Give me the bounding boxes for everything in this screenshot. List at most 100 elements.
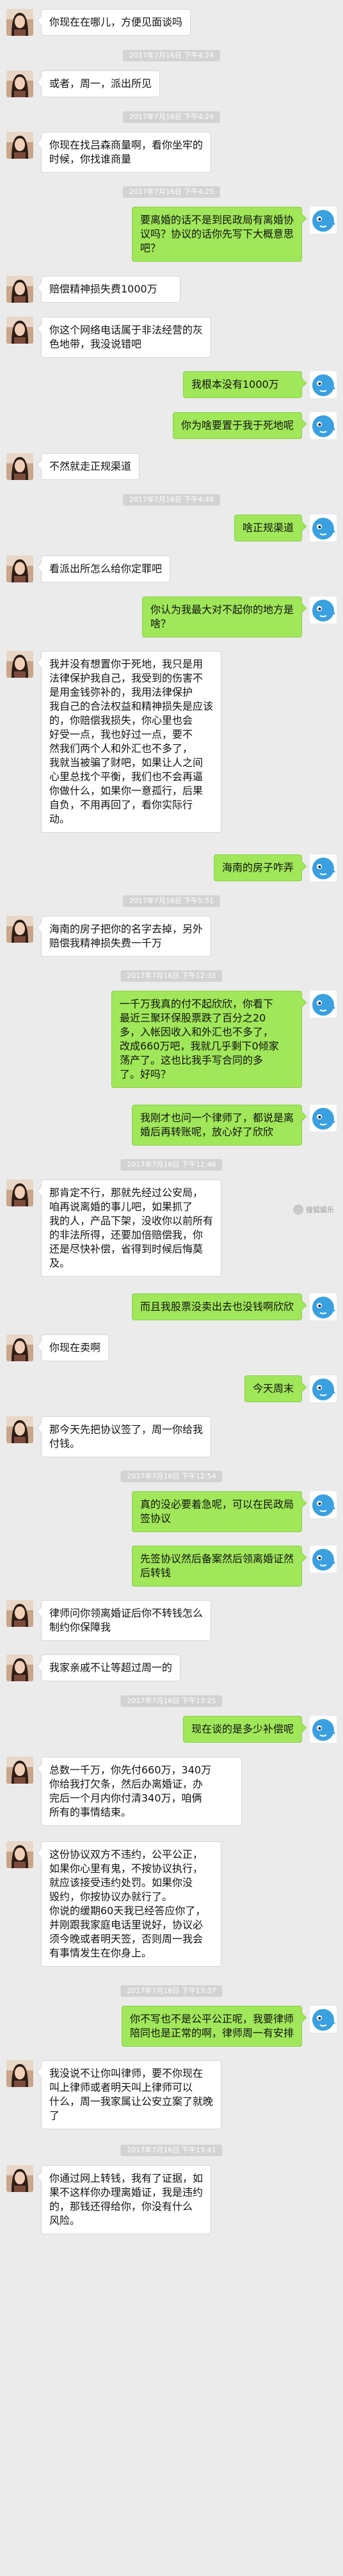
message-bubble[interactable]: 海南的房子咋弄: [214, 854, 302, 881]
woman-portrait-avatar[interactable]: [6, 453, 33, 480]
message-bubble[interactable]: 你通过网上转钱，我有了证据，如 果不这样你办理离婚证，我是违约 的，那钱还得给你…: [41, 2165, 211, 2234]
woman-portrait-avatar[interactable]: [6, 317, 33, 344]
message-bubble[interactable]: 你不写也不是公平公正呢，我要律师 陪同也是正常的啊，律师周一有安排: [122, 2006, 302, 2047]
message-bubble[interactable]: 这份协议双方不违约，公平公正， 如果你心里有鬼，不按协议执行， 就应该接受违约处…: [41, 1841, 221, 1967]
message-bubble[interactable]: 现在谈的是多少补偿呢: [183, 1716, 302, 1743]
woman-portrait-avatar[interactable]: [6, 1757, 33, 1784]
incoming-message-row: 你通过网上转钱，我有了证据，如 果不这样你办理离婚证，我是违约 的，那钱还得给你…: [0, 2165, 343, 2234]
message-bubble[interactable]: 我根本没有1000万: [183, 371, 302, 398]
timestamp-badge: 2017年7月16日 下午13:41: [120, 2145, 223, 2156]
blue-dolphin-avatar[interactable]: [310, 515, 337, 541]
woman-portrait-avatar[interactable]: [6, 1416, 33, 1443]
chat-thread: 你现在在哪儿，方便见面谈吗 2017年7月16日 下午4:24 或者，周一，派出所见…: [0, 0, 343, 2576]
blue-dolphin-avatar[interactable]: [310, 2006, 337, 2033]
message-bubble[interactable]: 而且我股票没卖出去也没钱啊欣欣: [132, 1293, 302, 1320]
message-bubble[interactable]: 今天周末: [244, 1375, 302, 1402]
woman-portrait-avatar[interactable]: [6, 2165, 33, 2192]
woman-portrait-avatar[interactable]: [6, 556, 33, 582]
message-bubble[interactable]: 看派出所怎么给你定罪吧: [41, 556, 170, 582]
message-bubble[interactable]: 你现在卖啊: [41, 1334, 109, 1361]
woman-portrait-avatar[interactable]: [6, 9, 33, 36]
outgoing-message-row: 我刚才也问一个律师了，都说是离 婚后再转账呢，放心好了欣欣: [0, 1105, 343, 1146]
woman-portrait-avatar[interactable]: [6, 132, 33, 159]
blue-dolphin-avatar[interactable]: [310, 207, 337, 234]
woman-portrait-avatar[interactable]: [6, 1180, 33, 1206]
message-bubble[interactable]: 我并没有想置你于死地，我只是用 法律保护我自己，我受到的伤害不 是用金钱弥补的，…: [41, 651, 221, 833]
incoming-message-row: 我家亲戚不让等超过周一的: [0, 1654, 343, 1681]
message-bubble[interactable]: 你为啥要置于我于死地呢: [173, 412, 302, 439]
message-bubble[interactable]: 海南的房子把你的名字去掉，另外 赔偿我精神损失费一千万: [41, 916, 211, 957]
woman-portrait-avatar[interactable]: [6, 1654, 33, 1681]
incoming-message-row: 赔偿精神损失费1000万: [0, 276, 343, 303]
outgoing-message-row: 今天周末: [0, 1375, 343, 1402]
message-bubble[interactable]: 真的没必要着急呢，可以在民政局 签协议: [132, 1491, 302, 1532]
timestamp-badge: 2017年7月16日 下午5:51: [122, 895, 221, 907]
incoming-message-row: 或者，周一，派出所见: [0, 70, 343, 97]
woman-portrait-avatar[interactable]: [6, 651, 33, 678]
message-bubble[interactable]: 你认为我最大对不起你的地方是 啥？: [142, 596, 302, 637]
blue-dolphin-avatar[interactable]: [310, 1293, 337, 1320]
message-bubble[interactable]: 不然就走正规渠道: [41, 453, 140, 480]
outgoing-message-row: 真的没必要着急呢，可以在民政局 签协议: [0, 1491, 343, 1532]
message-bubble[interactable]: 你现在找吕森商量啊，看你坐牢的 时候，你找谁商量: [41, 132, 211, 173]
blue-dolphin-avatar[interactable]: [310, 854, 337, 881]
blue-dolphin-avatar[interactable]: [310, 371, 337, 398]
incoming-message-row: 不然就走正规渠道: [0, 453, 343, 480]
blue-dolphin-avatar[interactable]: [310, 991, 337, 1018]
incoming-message-row: 律师问你领离婚证后你不转钱怎么 制约你保障我: [0, 1600, 343, 1641]
message-bubble[interactable]: 总数一千万，你先付660万，340万 你给我打欠条，然后办离婚证，办 完后一个月…: [41, 1757, 242, 1826]
message-bubble[interactable]: 你这个网络电话属于非法经营的灰 色地带，我没说错吧: [41, 317, 211, 358]
timestamp-badge: 2017年7月16日 下午12:35: [120, 970, 223, 982]
outgoing-message-row: 你为啥要置于我于死地呢: [0, 412, 343, 439]
incoming-message-row: 我没说不让你叫律师，要不你现在 叫上律师或者明天叫上律师可以 什么，周一我家属让…: [0, 2060, 343, 2129]
message-bubble[interactable]: 啥正规渠道: [234, 515, 302, 541]
message-bubble[interactable]: 我没说不让你叫律师，要不你现在 叫上律师或者明天叫上律师可以 什么，周一我家属让…: [41, 2060, 221, 2129]
woman-portrait-avatar[interactable]: [6, 2060, 33, 2087]
blue-dolphin-avatar[interactable]: [310, 412, 337, 439]
incoming-message-row: 你现在找吕森商量啊，看你坐牢的 时候，你找谁商量: [0, 132, 343, 173]
blue-dolphin-avatar[interactable]: [310, 1491, 337, 1518]
timestamp-badge: 2017年7月16日 下午4:24: [122, 111, 221, 123]
outgoing-message-row: 要离婚的话不是到民政局有离婚协 议吗？协议的话你先写下大概意思 吧？: [0, 207, 343, 262]
message-bubble[interactable]: 先签协议然后备案然后领离婚证然 后转钱: [132, 1546, 302, 1587]
message-bubble[interactable]: 我家亲戚不让等超过周一的: [41, 1654, 180, 1681]
incoming-message-row: 这份协议双方不违约，公平公正， 如果你心里有鬼，不按协议执行， 就应该接受违约处…: [0, 1841, 343, 1967]
incoming-message-row: 你这个网络电话属于非法经营的灰 色地带，我没说错吧: [0, 317, 343, 358]
outgoing-message-row: 我根本没有1000万: [0, 371, 343, 398]
woman-portrait-avatar[interactable]: [6, 1334, 33, 1361]
message-bubble[interactable]: 律师问你领离婚证后你不转钱怎么 制约你保障我: [41, 1600, 211, 1641]
blue-dolphin-avatar[interactable]: [310, 1546, 337, 1572]
message-bubble[interactable]: 那肯定不行，那就先经过公安局， 咱再说离婚的事儿吧，如果抓了 我的人，产品下架，…: [41, 1180, 221, 1277]
woman-portrait-avatar[interactable]: [6, 1600, 33, 1627]
blue-dolphin-avatar[interactable]: [310, 596, 337, 623]
blue-dolphin-avatar[interactable]: [310, 1716, 337, 1743]
timestamp-badge: 2017年7月16日 下午13:25: [120, 1695, 223, 1707]
incoming-message-row: 总数一千万，你先付660万，340万 你给我打欠条，然后办离婚证，办 完后一个月…: [0, 1757, 343, 1826]
incoming-message-row: 那肯定不行，那就先经过公安局， 咱再说离婚的事儿吧，如果抓了 我的人，产品下架，…: [0, 1180, 343, 1277]
message-bubble[interactable]: 你现在在哪儿，方便见面谈吗: [41, 9, 191, 36]
timestamp-badge: 2017年7月16日 下午12:46: [120, 1159, 223, 1171]
message-bubble[interactable]: 或者，周一，派出所见: [41, 70, 160, 97]
message-bubble[interactable]: 一千万我真的付不起欣欣，你看下 最近三聚环保股票跌了百分之20 多，入帐因收入和…: [111, 991, 302, 1088]
outgoing-message-row: 啥正规渠道: [0, 515, 343, 541]
watermark-logo-icon: [293, 1204, 303, 1215]
message-bubble[interactable]: 我刚才也问一个律师了，都说是离 婚后再转账呢，放心好了欣欣: [132, 1105, 302, 1146]
message-bubble[interactable]: 那今天先把协议签了，周一你给我 付钱。: [41, 1416, 211, 1457]
incoming-message-row: 那今天先把协议签了，周一你给我 付钱。: [0, 1416, 343, 1457]
watermark-text: 搜狐娱乐: [306, 1206, 334, 1214]
blue-dolphin-avatar[interactable]: [310, 1375, 337, 1402]
message-bubble[interactable]: 要离婚的话不是到民政局有离婚协 议吗？协议的话你先写下大概意思 吧？: [132, 207, 302, 262]
message-bubble[interactable]: 赔偿精神损失费1000万: [41, 276, 180, 303]
woman-portrait-avatar[interactable]: [6, 276, 33, 303]
timestamp-badge: 2017年7月16日 下午4:48: [122, 494, 221, 506]
outgoing-message-row: 先签协议然后备案然后领离婚证然 后转钱: [0, 1546, 343, 1587]
incoming-message-row: 我并没有想置你于死地，我只是用 法律保护我自己，我受到的伤害不 是用金钱弥补的，…: [0, 651, 343, 833]
woman-portrait-avatar[interactable]: [6, 1841, 33, 1868]
blue-dolphin-avatar[interactable]: [310, 1105, 337, 1132]
woman-portrait-avatar[interactable]: [6, 70, 33, 97]
outgoing-message-row: 你认为我最大对不起你的地方是 啥？: [0, 596, 343, 637]
watermark: 搜狐娱乐: [293, 1204, 334, 1215]
woman-portrait-avatar[interactable]: [6, 916, 33, 943]
incoming-message-row: 你现在卖啊: [0, 1334, 343, 1361]
outgoing-message-row: 现在谈的是多少补偿呢: [0, 1716, 343, 1743]
